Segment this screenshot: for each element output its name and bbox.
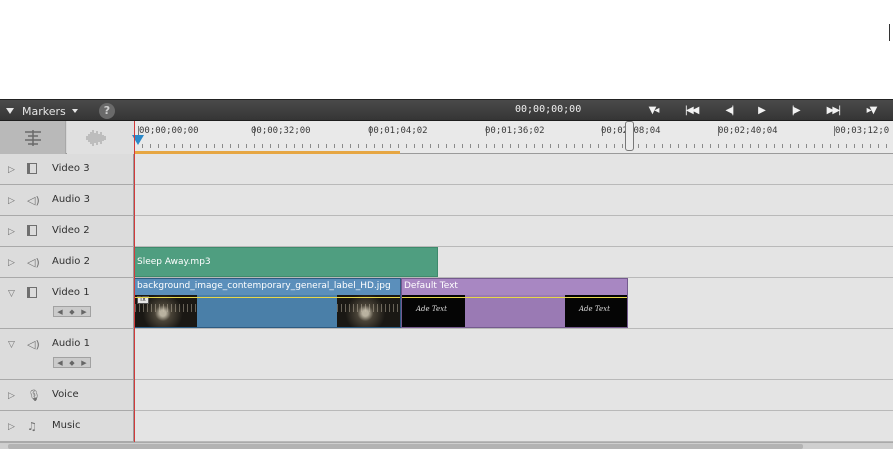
collapse-arrow-icon[interactable]: ▽ xyxy=(8,340,15,350)
window-edge xyxy=(889,24,890,41)
expand-arrow-icon[interactable]: ▷ xyxy=(8,165,15,175)
step-back-button[interactable]: ◀| xyxy=(721,103,737,119)
ruler-minor-ticks xyxy=(134,144,893,148)
film-icon xyxy=(27,287,37,301)
track-list-icon xyxy=(25,130,41,146)
clip-title: Sleep Away.mp3 xyxy=(137,257,211,267)
ruler-tool-area xyxy=(0,121,134,154)
expand-arrow-icon[interactable]: ▷ xyxy=(8,391,15,401)
playhead-line[interactable] xyxy=(134,121,135,443)
track-header-audio1[interactable]: ▽ ◁) Audio 1 ◀ ◆ ▶ xyxy=(0,329,134,380)
track-header-voice[interactable]: ▷ 🎙 Voice xyxy=(0,380,134,411)
audio-clip-sleep-away[interactable]: Sleep Away.mp3 xyxy=(134,247,438,277)
track-size-button[interactable] xyxy=(0,121,66,154)
opacity-line[interactable] xyxy=(402,297,627,298)
track-name: Video 2 xyxy=(52,225,90,236)
ruler-label: 00;03;12;0 xyxy=(835,126,890,136)
track-header-music[interactable]: ▷ ♫ Music xyxy=(0,411,134,442)
track-header-video1[interactable]: ▽ Video 1 ◀ ◆ ▶ xyxy=(0,278,134,329)
audio-waveform-button[interactable] xyxy=(67,121,134,154)
goto-next-edit-button[interactable]: ▶▶| xyxy=(825,103,842,119)
track-name: Video 3 xyxy=(52,163,90,174)
clip-title: Default Text xyxy=(404,281,458,291)
step-forward-button[interactable]: |▶ xyxy=(787,103,803,119)
scrollbar-thumb[interactable] xyxy=(8,444,803,449)
track-name: Audio 3 xyxy=(52,194,90,205)
collapse-arrow-icon[interactable]: ▽ xyxy=(8,289,15,299)
markers-menu[interactable]: Markers xyxy=(6,103,78,119)
microphone-icon: 🎙 xyxy=(27,389,41,402)
track-header-audio3[interactable]: ▷ ◁) Audio 3 xyxy=(0,185,134,216)
expand-arrow-icon[interactable]: ▷ xyxy=(8,422,15,432)
speaker-icon: ◁) xyxy=(27,338,40,351)
track-lane-video3[interactable] xyxy=(134,154,893,185)
ruler-label: 00;01;36;02 xyxy=(485,126,545,136)
current-timecode[interactable]: 00;00;00;00 xyxy=(515,104,581,115)
time-ruler[interactable]: 00;00;00;00 00;00;32;00 00;01;04;02 00;0… xyxy=(132,121,893,154)
film-icon xyxy=(27,225,37,239)
ruler-label: 00;01;04;02 xyxy=(368,126,428,136)
film-icon xyxy=(27,163,37,177)
thumbnail-text: Ade Text xyxy=(579,305,610,313)
track-name: Music xyxy=(52,420,81,431)
expand-arrow-icon[interactable]: ▷ xyxy=(8,196,15,206)
play-button[interactable]: ▶ xyxy=(753,103,769,119)
track-lane-video2[interactable] xyxy=(134,216,893,247)
clip-title: background_image_contemporary_general_la… xyxy=(137,281,391,291)
speaker-icon: ◁) xyxy=(27,256,40,269)
goto-previous-edit-button[interactable]: |◀◀ xyxy=(683,103,700,119)
clip-thumbnail: Ade Text xyxy=(402,295,465,327)
ruler-label: 00;00;00;00 xyxy=(139,126,199,136)
music-note-icon: ♫ xyxy=(27,420,37,433)
track-name: Audio 1 xyxy=(52,338,90,349)
work-area-end-handle[interactable] xyxy=(625,121,634,151)
goto-start-marker-button[interactable]: ▼◂ xyxy=(645,103,661,119)
track-lane-voice[interactable] xyxy=(134,380,893,411)
title-clip-default-text[interactable]: Default Text Ade Text Ade Text xyxy=(401,278,628,328)
clip-thumbnail xyxy=(337,295,400,327)
track-name: Video 1 xyxy=(52,287,90,298)
chevron-down-icon[interactable] xyxy=(71,109,78,113)
track-lane-music[interactable] xyxy=(134,411,893,442)
goto-end-marker-button[interactable]: ▸▼ xyxy=(863,103,879,119)
track-header-video3[interactable]: ▷ Video 3 xyxy=(0,154,134,185)
timeline-header-bar: Markers ? 00;00;00;00 ▼◂ |◀◀ ◀| ▶ |▶ ▶▶|… xyxy=(0,99,893,121)
clip-thumbnail: Ade Text xyxy=(565,295,627,327)
track-name: Audio 2 xyxy=(52,256,90,267)
track-name: Voice xyxy=(52,389,79,400)
keyframe-navigator[interactable]: ◀ ◆ ▶ xyxy=(53,306,91,317)
thumbnail-text: Ade Text xyxy=(416,305,447,313)
horizontal-scrollbar[interactable] xyxy=(0,442,893,449)
markers-label: Markers xyxy=(22,104,66,118)
track-lane-audio3[interactable] xyxy=(134,185,893,216)
ruler-label: 00;00;32;00 xyxy=(251,126,311,136)
waveform-icon xyxy=(86,130,106,146)
keyframe-navigator[interactable]: ◀ ◆ ▶ xyxy=(53,357,91,368)
track-header-video2[interactable]: ▷ Video 2 xyxy=(0,216,134,247)
track-lane-audio1[interactable] xyxy=(134,329,893,380)
speaker-icon: ◁) xyxy=(27,194,40,207)
expand-arrow-icon[interactable]: ▷ xyxy=(8,227,15,237)
collapse-triangle-icon[interactable] xyxy=(6,108,14,114)
help-icon[interactable]: ? xyxy=(99,103,115,119)
timeline-panel: Markers ? 00;00;00;00 ▼◂ |◀◀ ◀| ▶ |▶ ▶▶|… xyxy=(0,0,893,449)
ruler-label: 00;02;40;04 xyxy=(718,126,778,136)
track-header-audio2[interactable]: ▷ ◁) Audio 2 xyxy=(0,247,134,278)
opacity-line[interactable] xyxy=(135,297,400,298)
expand-arrow-icon[interactable]: ▷ xyxy=(8,258,15,268)
video-clip-background-image[interactable]: background_image_contemporary_general_la… xyxy=(134,278,401,328)
